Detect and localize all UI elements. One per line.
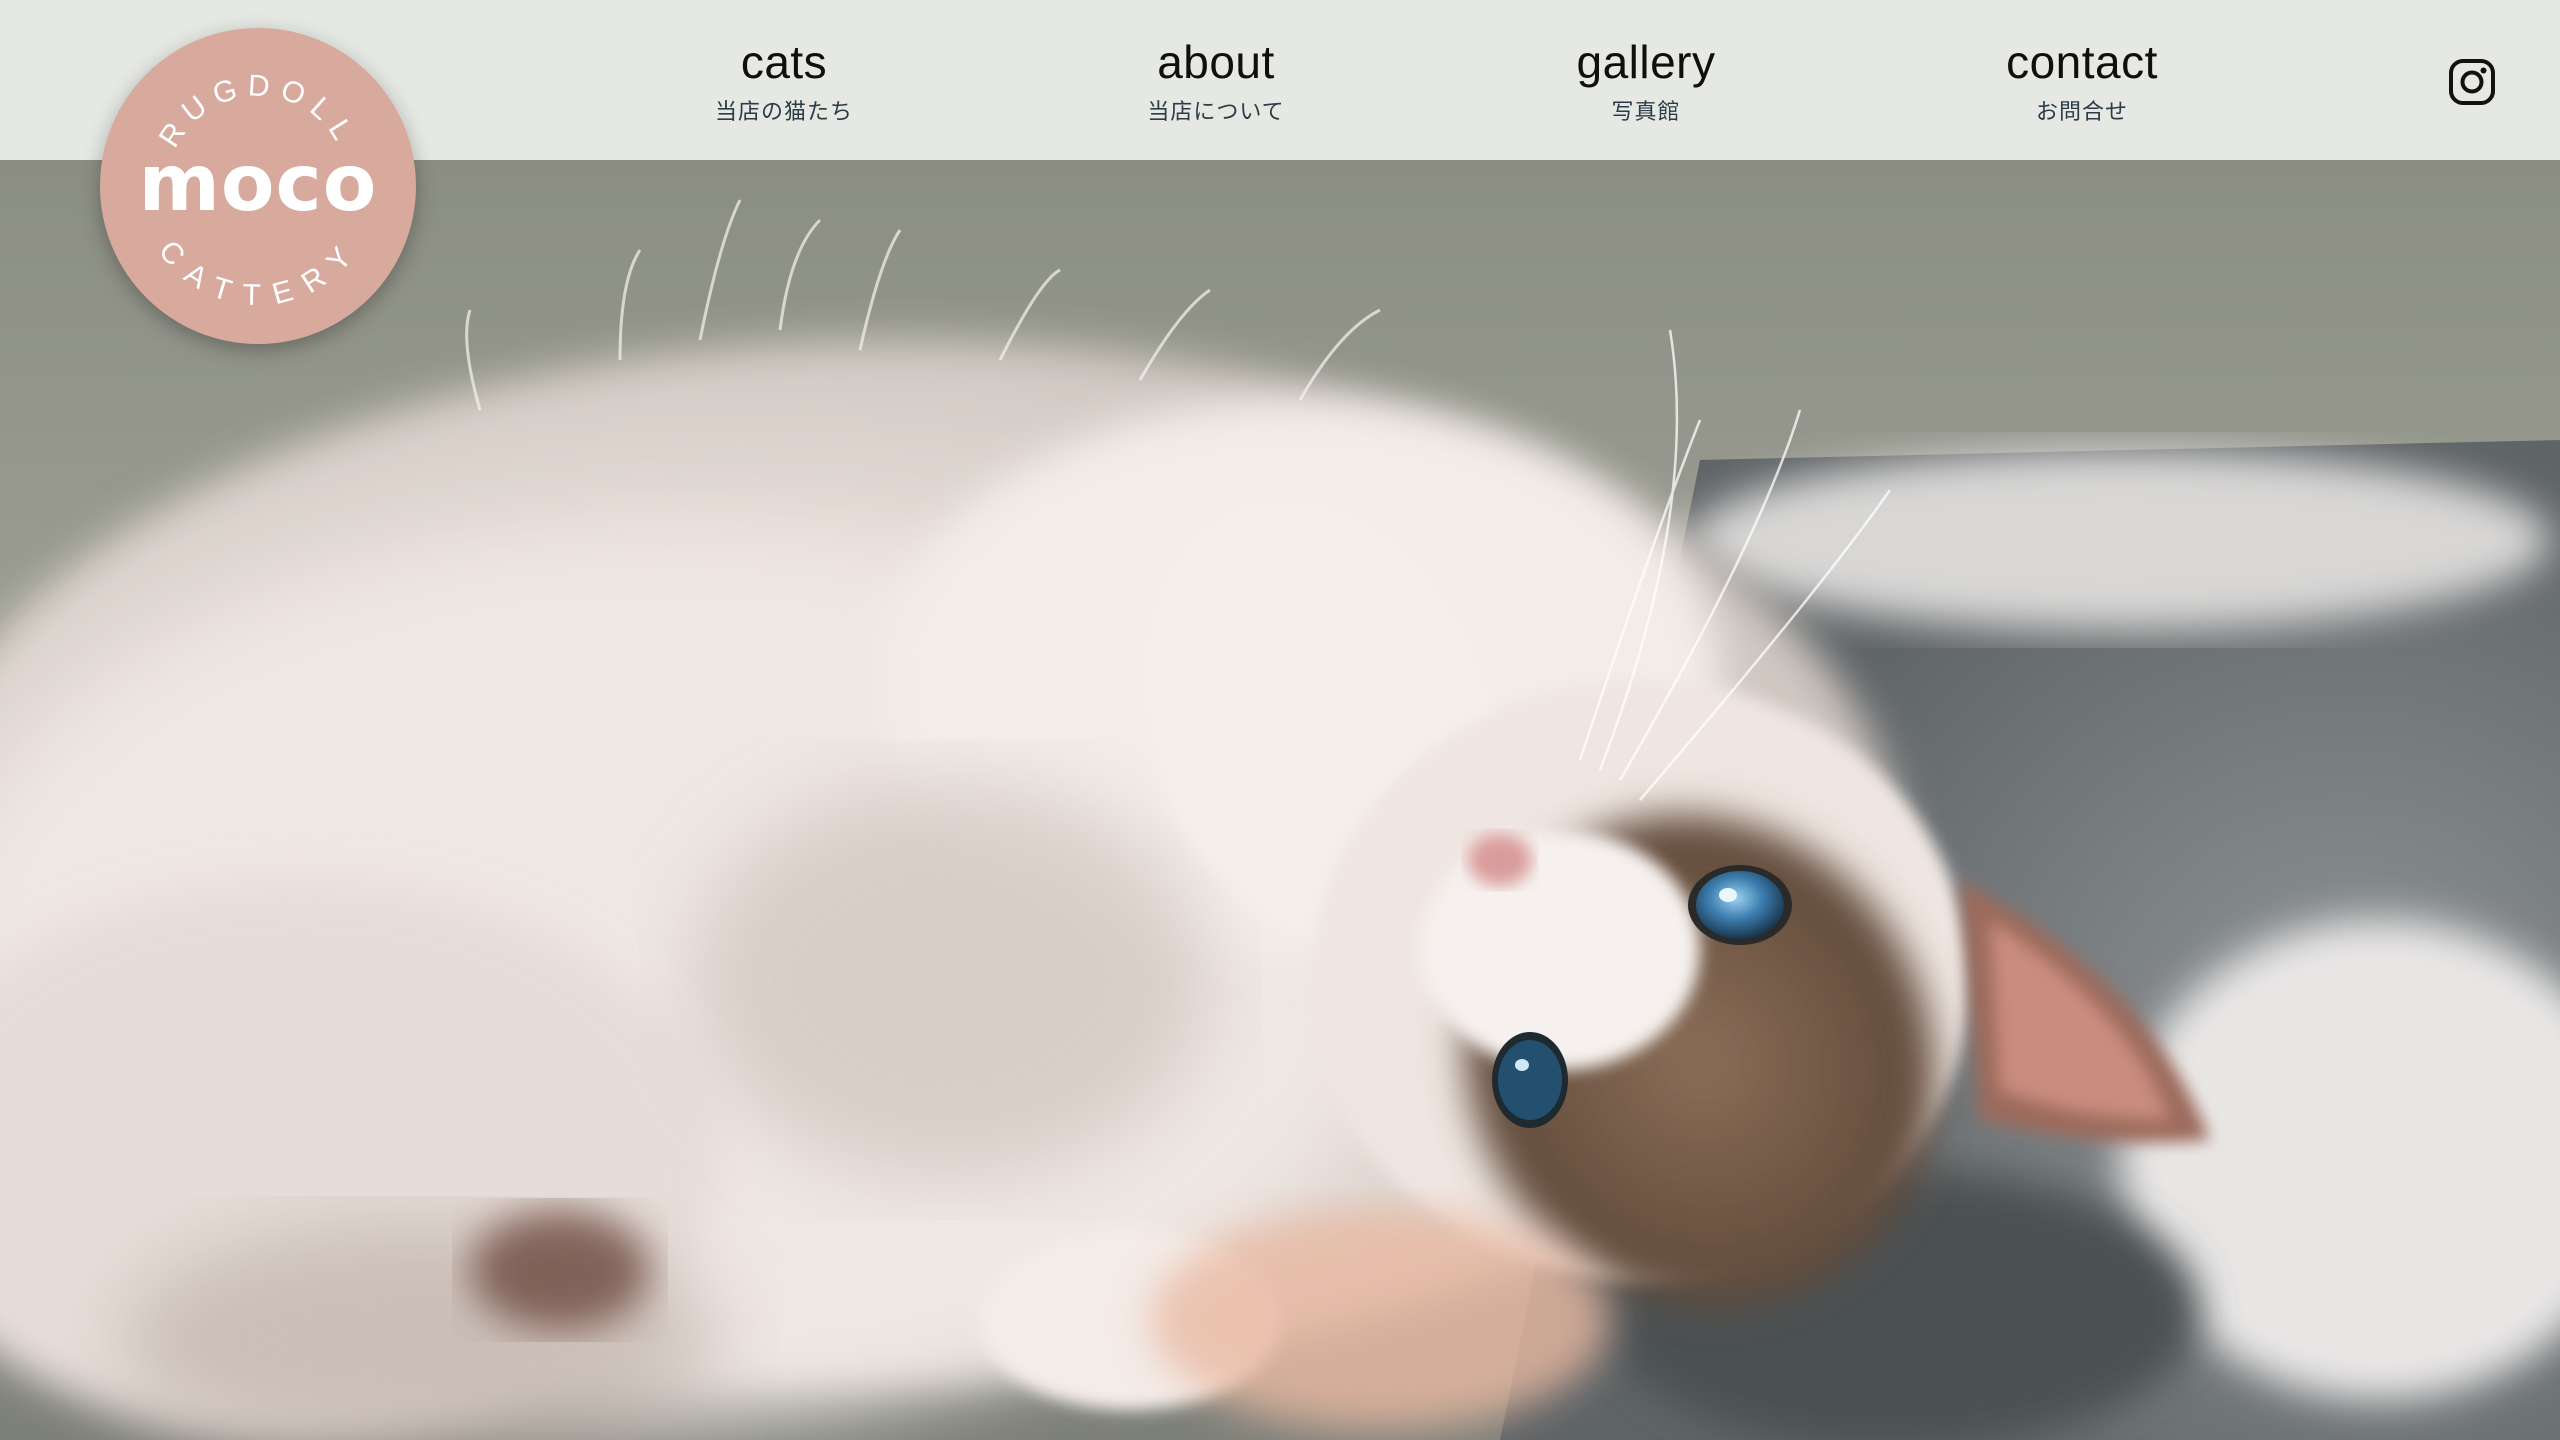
nav-label-cats: cats	[740, 36, 828, 88]
nav-label-gallery: gallery	[1576, 36, 1716, 88]
logo-main-text: moco	[139, 139, 378, 229]
nav-item-cats[interactable]: cats 当店の猫たち	[634, 34, 934, 126]
page: cats 当店の猫たち about 当店について gallery 写真館 con…	[0, 0, 2560, 1440]
moco-logo[interactable]: RUGDOLL moco CATTERY	[98, 26, 418, 346]
instagram-icon[interactable]	[2448, 58, 2496, 106]
nav-sublabel-cats: 当店の猫たち	[714, 99, 853, 124]
nav-item-about[interactable]: about 当店について	[1066, 34, 1366, 126]
nav-sublabel-contact: お問合せ	[2035, 99, 2128, 124]
nav-item-gallery[interactable]: gallery 写真館	[1496, 34, 1796, 126]
hero-image	[0, 160, 2560, 1440]
nav-label-contact: contact	[2006, 36, 2158, 88]
nav-sublabel-gallery: 写真館	[1611, 99, 1681, 124]
nav-label-about: about	[1157, 36, 1275, 88]
nav-sublabel-about: 当店について	[1147, 99, 1285, 124]
nav-item-contact[interactable]: contact お問合せ	[1932, 34, 2232, 126]
